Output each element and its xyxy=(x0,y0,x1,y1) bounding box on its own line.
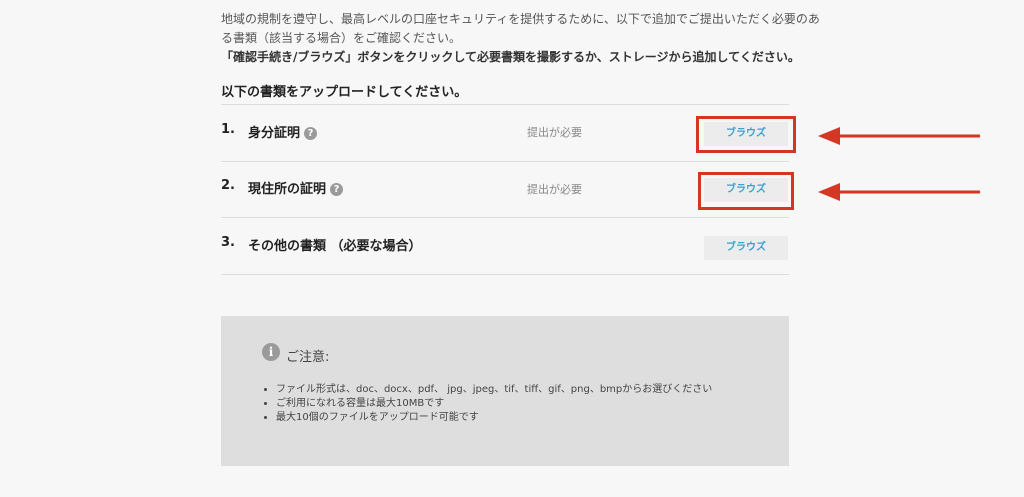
status-required: 提出が必要 xyxy=(527,183,582,196)
list-item: ファイル形式は、doc、docx、pdf、 jpg、jpeg、tif、tiff、… xyxy=(276,383,712,397)
row-number-1: 1. xyxy=(221,122,235,137)
notice-box: i ご注意: ファイル形式は、doc、docx、pdf、 jpg、jpeg、ti… xyxy=(221,316,789,466)
annotation-arrow xyxy=(818,127,980,145)
document-label-identity: 身分証明? xyxy=(248,122,318,141)
document-label-text: 現住所の証明 xyxy=(248,182,327,197)
divider xyxy=(221,104,789,105)
document-label-other: その他の書類 （必要な場合） xyxy=(248,239,422,254)
notice-list: ファイル形式は、doc、docx、pdf、 jpg、jpeg、tif、tiff、… xyxy=(261,383,712,425)
question-circle-icon[interactable]: ? xyxy=(304,127,318,140)
divider xyxy=(221,274,789,275)
intro-instruction: 「確認手続き/ブラウズ」ボタンをクリックして必要書類を撮影するか、ストレージから… xyxy=(221,50,800,64)
annotation-highlight-box xyxy=(698,172,794,210)
annotation-arrow xyxy=(818,183,980,201)
annotation-highlight-box xyxy=(696,116,796,153)
notice-title: ご注意: xyxy=(286,350,330,365)
document-label-text: 身分証明 xyxy=(248,126,301,141)
intro-text: 地域の規制を遵守し、最高レベルの口座セキュリティを提供するために、以下で追加でご… xyxy=(221,10,821,67)
browse-button-other[interactable]: ブラウズ xyxy=(704,236,788,260)
list-item: ご利用になれる容量は最大10MBです xyxy=(276,397,712,411)
question-circle-icon[interactable]: ? xyxy=(330,183,344,196)
row-number-2: 2. xyxy=(221,178,235,193)
intro-line-1: 地域の規制を遵守し、最高レベルの口座セキュリティを提供するために、以下で追加でご… xyxy=(221,12,820,26)
status-required: 提出が必要 xyxy=(527,126,582,139)
divider xyxy=(221,217,789,218)
info-icon: i xyxy=(262,343,280,361)
list-item: 最大10個のファイルをアップロード可能です xyxy=(276,411,712,425)
upload-section-title: 以下の書類をアップロードしてください。 xyxy=(221,85,468,100)
divider xyxy=(221,161,789,162)
intro-line-2: る書類（該当する場合）をご確認ください。 xyxy=(221,31,462,45)
row-number-3: 3. xyxy=(221,235,235,250)
document-label-address: 現住所の証明? xyxy=(248,178,344,197)
